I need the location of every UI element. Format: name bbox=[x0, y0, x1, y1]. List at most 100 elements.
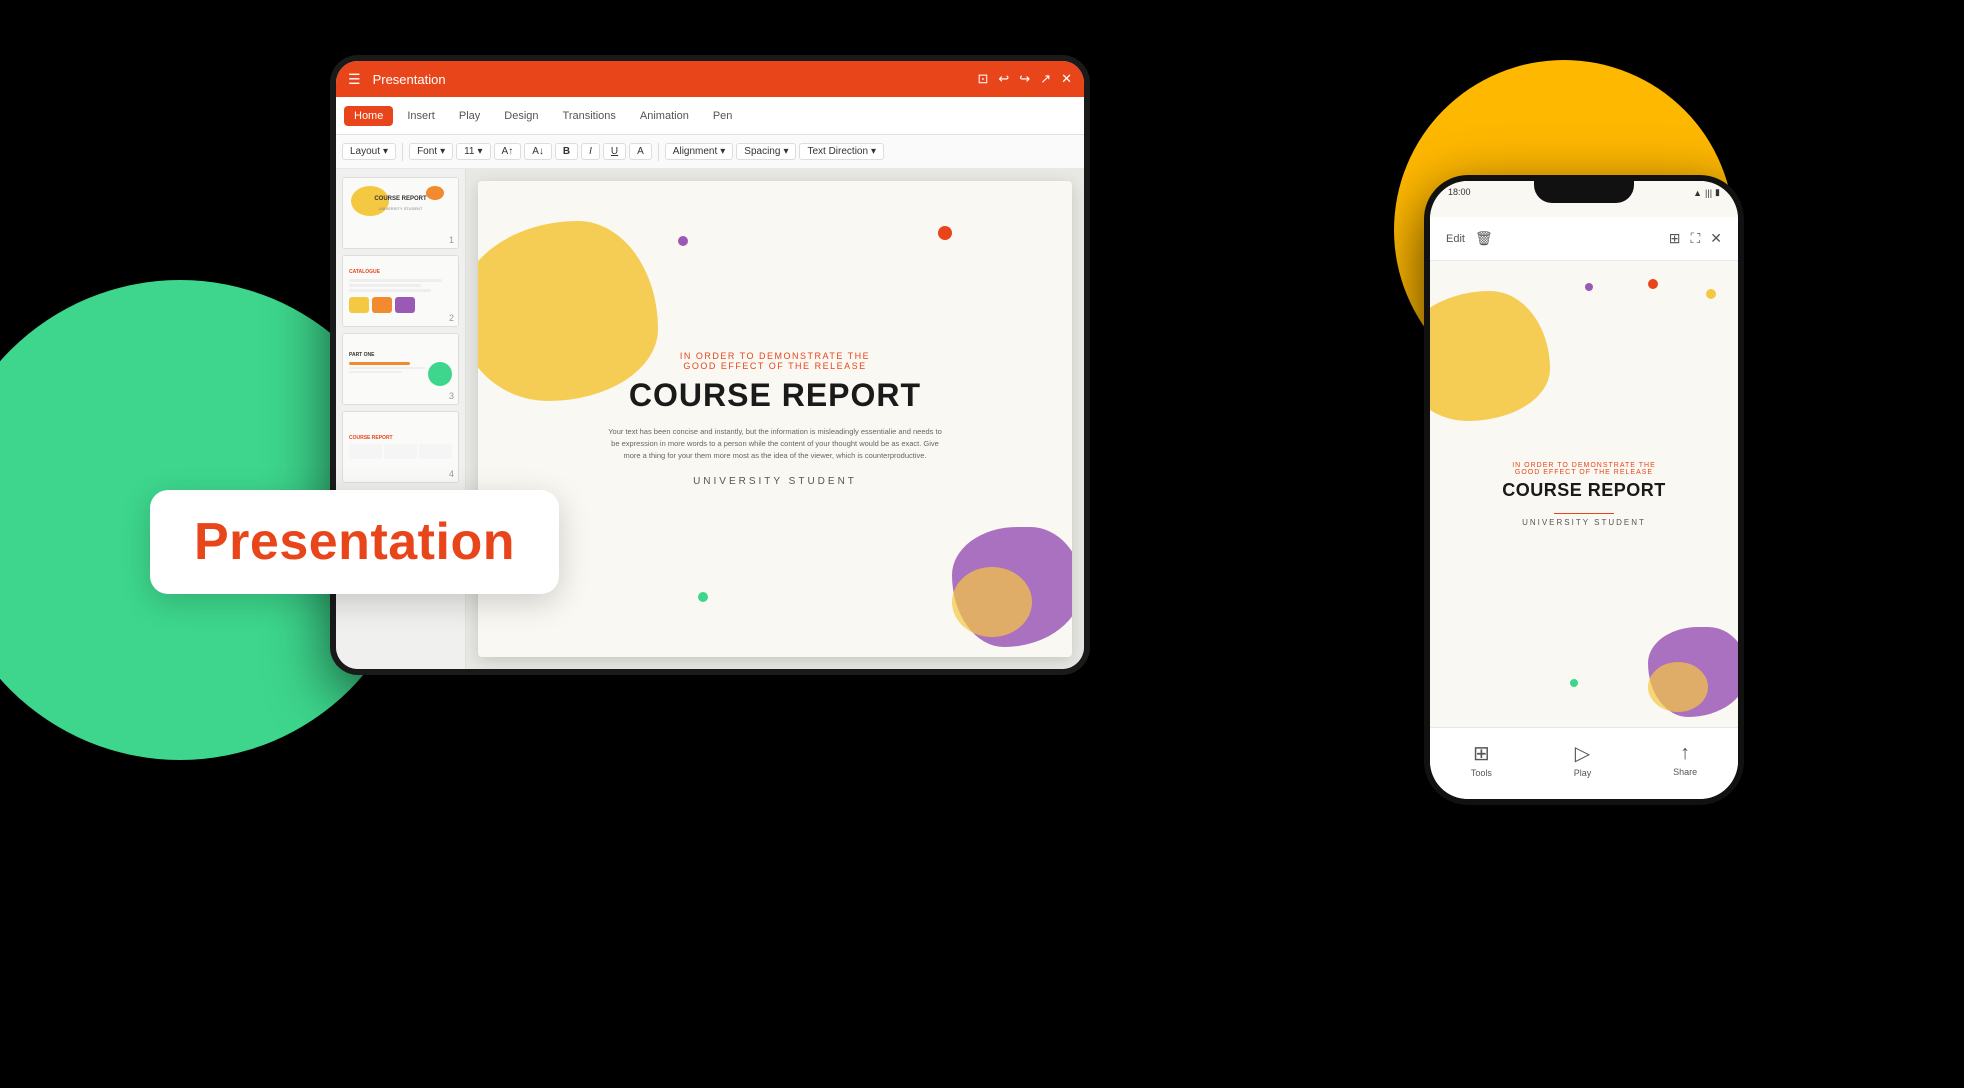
share-label: Share bbox=[1673, 767, 1697, 777]
phone-expand-icon[interactable]: ⛶ bbox=[1690, 230, 1700, 247]
tablet-toolbar: Home Insert Play Design Transitions Anim… bbox=[336, 97, 1084, 135]
font-size-button[interactable]: 11 ▾ bbox=[456, 143, 490, 160]
phone-edit-button[interactable]: Edit bbox=[1446, 233, 1465, 245]
slide-thumb-img-1: COURSE REPORT UNIVERSITY STUDENT bbox=[343, 178, 458, 248]
thumb2-purple bbox=[395, 297, 415, 313]
minimize-icon[interactable]: ⊡ bbox=[977, 71, 988, 87]
phone-title-underline bbox=[1554, 513, 1614, 514]
font-dropdown-icon: ▾ bbox=[440, 146, 445, 157]
slide-panel: COURSE REPORT UNIVERSITY STUDENT 1 CATAL… bbox=[336, 169, 466, 669]
slide-thumb-1[interactable]: COURSE REPORT UNIVERSITY STUDENT 1 bbox=[342, 177, 459, 249]
phone-trash-icon[interactable]: 🗑 bbox=[1475, 230, 1493, 247]
increase-font-button[interactable]: A↑ bbox=[494, 143, 522, 160]
close-icon[interactable]: ✕ bbox=[1061, 71, 1072, 87]
slide-blob-yellow2 bbox=[952, 567, 1032, 637]
main-slide-area: IN ORDER TO DEMONSTRATE THEGOOD EFFECT O… bbox=[466, 169, 1084, 669]
thumb3-line1 bbox=[349, 362, 410, 365]
share-icon[interactable]: ↗ bbox=[1040, 71, 1051, 87]
slide-body-text: Your text has been concise and instantly… bbox=[605, 426, 945, 462]
layout-dropdown-icon: ▾ bbox=[383, 146, 388, 157]
underline-button[interactable]: U bbox=[603, 143, 626, 160]
thumb2-yellow bbox=[349, 297, 369, 313]
phone-share-button[interactable]: ↑ Share bbox=[1673, 742, 1697, 777]
slide-main-title[interactable]: COURSE REPORT bbox=[605, 377, 945, 414]
thumb2-line1 bbox=[349, 279, 442, 282]
thumb4-title: COURSE REPORT bbox=[349, 435, 393, 441]
slide-thumb-2[interactable]: CATALOGUE 2 bbox=[342, 255, 459, 327]
phone-bottom-bar: ⊞ Tools ▷ Play ↑ Share bbox=[1430, 727, 1738, 799]
undo-icon[interactable]: ↩ bbox=[998, 71, 1009, 87]
thumb3-number: 3 bbox=[449, 391, 454, 401]
tab-pen[interactable]: Pen bbox=[703, 106, 743, 126]
slide-thumb-img-3: PART ONE bbox=[343, 334, 458, 404]
redo-icon[interactable]: ↪ bbox=[1019, 71, 1030, 87]
alignment-label: Alignment bbox=[673, 146, 717, 157]
thumb2-orange bbox=[372, 297, 392, 313]
tab-animation[interactable]: Animation bbox=[630, 106, 699, 126]
thumb1-subtitle: UNIVERSITY STUDENT bbox=[379, 206, 423, 211]
text-direction-button[interactable]: Text Direction ▾ bbox=[799, 143, 884, 160]
font-size-value: 11 bbox=[464, 146, 474, 157]
slide-thumb-3[interactable]: PART ONE 3 bbox=[342, 333, 459, 405]
phone-status-right: ▲ ||| ▮ bbox=[1693, 187, 1720, 198]
text-direction-label: Text Direction bbox=[807, 146, 868, 157]
font-button[interactable]: Font ▾ bbox=[409, 143, 453, 160]
tab-home[interactable]: Home bbox=[344, 106, 393, 126]
phone-slide-content: IN ORDER TO DEMONSTRATE THEGOOD EFFECT O… bbox=[1430, 261, 1738, 727]
thumb4-number: 4 bbox=[449, 469, 454, 479]
alignment-button[interactable]: Alignment ▾ bbox=[665, 143, 734, 160]
phone-close-icon[interactable]: ✕ bbox=[1710, 230, 1722, 247]
phone-time: 18:00 bbox=[1448, 187, 1471, 197]
tablet-titlebar: ☰ Presentation ⊡ ↩ ↪ ↗ ✕ bbox=[336, 61, 1084, 97]
alignment-dropdown-icon: ▾ bbox=[720, 146, 725, 157]
phone-toolbar: Edit 🗑 ⊞ ⛶ ✕ bbox=[1430, 217, 1738, 261]
slide-student-label: UNIVERSITY STUDENT bbox=[605, 476, 945, 487]
phone-play-button[interactable]: ▷ Play bbox=[1574, 741, 1592, 778]
phone-grid-icon[interactable]: ⊞ bbox=[1669, 230, 1681, 247]
spacing-label: Spacing bbox=[744, 146, 780, 157]
thumb3-line2 bbox=[349, 367, 425, 369]
slide-dot-purple bbox=[678, 236, 688, 246]
tablet-content: COURSE REPORT UNIVERSITY STUDENT 1 CATAL… bbox=[336, 169, 1084, 669]
slide-top-subtitle: IN ORDER TO DEMONSTRATE THEGOOD EFFECT O… bbox=[605, 351, 945, 371]
phone-body: 18:00 ▲ ||| ▮ Edit 🗑 ⊞ ⛶ ✕ bbox=[1424, 175, 1744, 805]
phone-notch bbox=[1534, 181, 1634, 203]
thumb3-content bbox=[349, 362, 452, 386]
thumb2-shapes bbox=[349, 297, 452, 313]
separator-2 bbox=[658, 143, 659, 161]
tools-icon: ⊞ bbox=[1473, 741, 1490, 766]
separator-1 bbox=[402, 143, 403, 161]
font-color-button[interactable]: A bbox=[629, 143, 652, 160]
presentation-card: Presentation bbox=[150, 490, 559, 594]
tab-design[interactable]: Design bbox=[494, 106, 548, 126]
titlebar-icons: ⊡ ↩ ↪ ↗ ✕ bbox=[977, 71, 1072, 87]
spacing-dropdown-icon: ▾ bbox=[783, 146, 788, 157]
tab-play[interactable]: Play bbox=[449, 106, 490, 126]
battery-icon: ▮ bbox=[1715, 187, 1720, 198]
text-direction-dropdown-icon: ▾ bbox=[871, 146, 876, 157]
thumb1-number: 1 bbox=[449, 235, 454, 245]
tools-label: Tools bbox=[1471, 768, 1492, 778]
thumb3-lines bbox=[349, 362, 425, 386]
thumb2-title: CATALOGUE bbox=[349, 269, 380, 275]
italic-button[interactable]: I bbox=[581, 143, 600, 160]
thumb1-shape-orange bbox=[426, 186, 444, 200]
layout-button[interactable]: Layout ▾ bbox=[342, 143, 396, 160]
phone-device: 18:00 ▲ ||| ▮ Edit 🗑 ⊞ ⛶ ✕ bbox=[1424, 175, 1744, 805]
spacing-button[interactable]: Spacing ▾ bbox=[736, 143, 796, 160]
slide-thumb-img-4: COURSE REPORT bbox=[343, 412, 458, 482]
thumb4-cell1 bbox=[349, 444, 382, 459]
decrease-font-button[interactable]: A↓ bbox=[524, 143, 552, 160]
hamburger-icon[interactable]: ☰ bbox=[348, 71, 361, 88]
slide-dot-orange bbox=[938, 226, 952, 240]
bold-button[interactable]: B bbox=[555, 143, 578, 160]
wifi-icon: ▲ bbox=[1693, 188, 1702, 198]
thumb4-grid bbox=[349, 444, 452, 459]
play-label: Play bbox=[1574, 768, 1592, 778]
tab-insert[interactable]: Insert bbox=[397, 106, 445, 126]
tab-transitions[interactable]: Transitions bbox=[553, 106, 626, 126]
phone-tools-button[interactable]: ⊞ Tools bbox=[1471, 741, 1492, 778]
slide-thumb-4[interactable]: COURSE REPORT 4 bbox=[342, 411, 459, 483]
phone-slide-title: COURSE REPORT bbox=[1502, 480, 1666, 501]
tablet-title: Presentation bbox=[373, 72, 970, 87]
